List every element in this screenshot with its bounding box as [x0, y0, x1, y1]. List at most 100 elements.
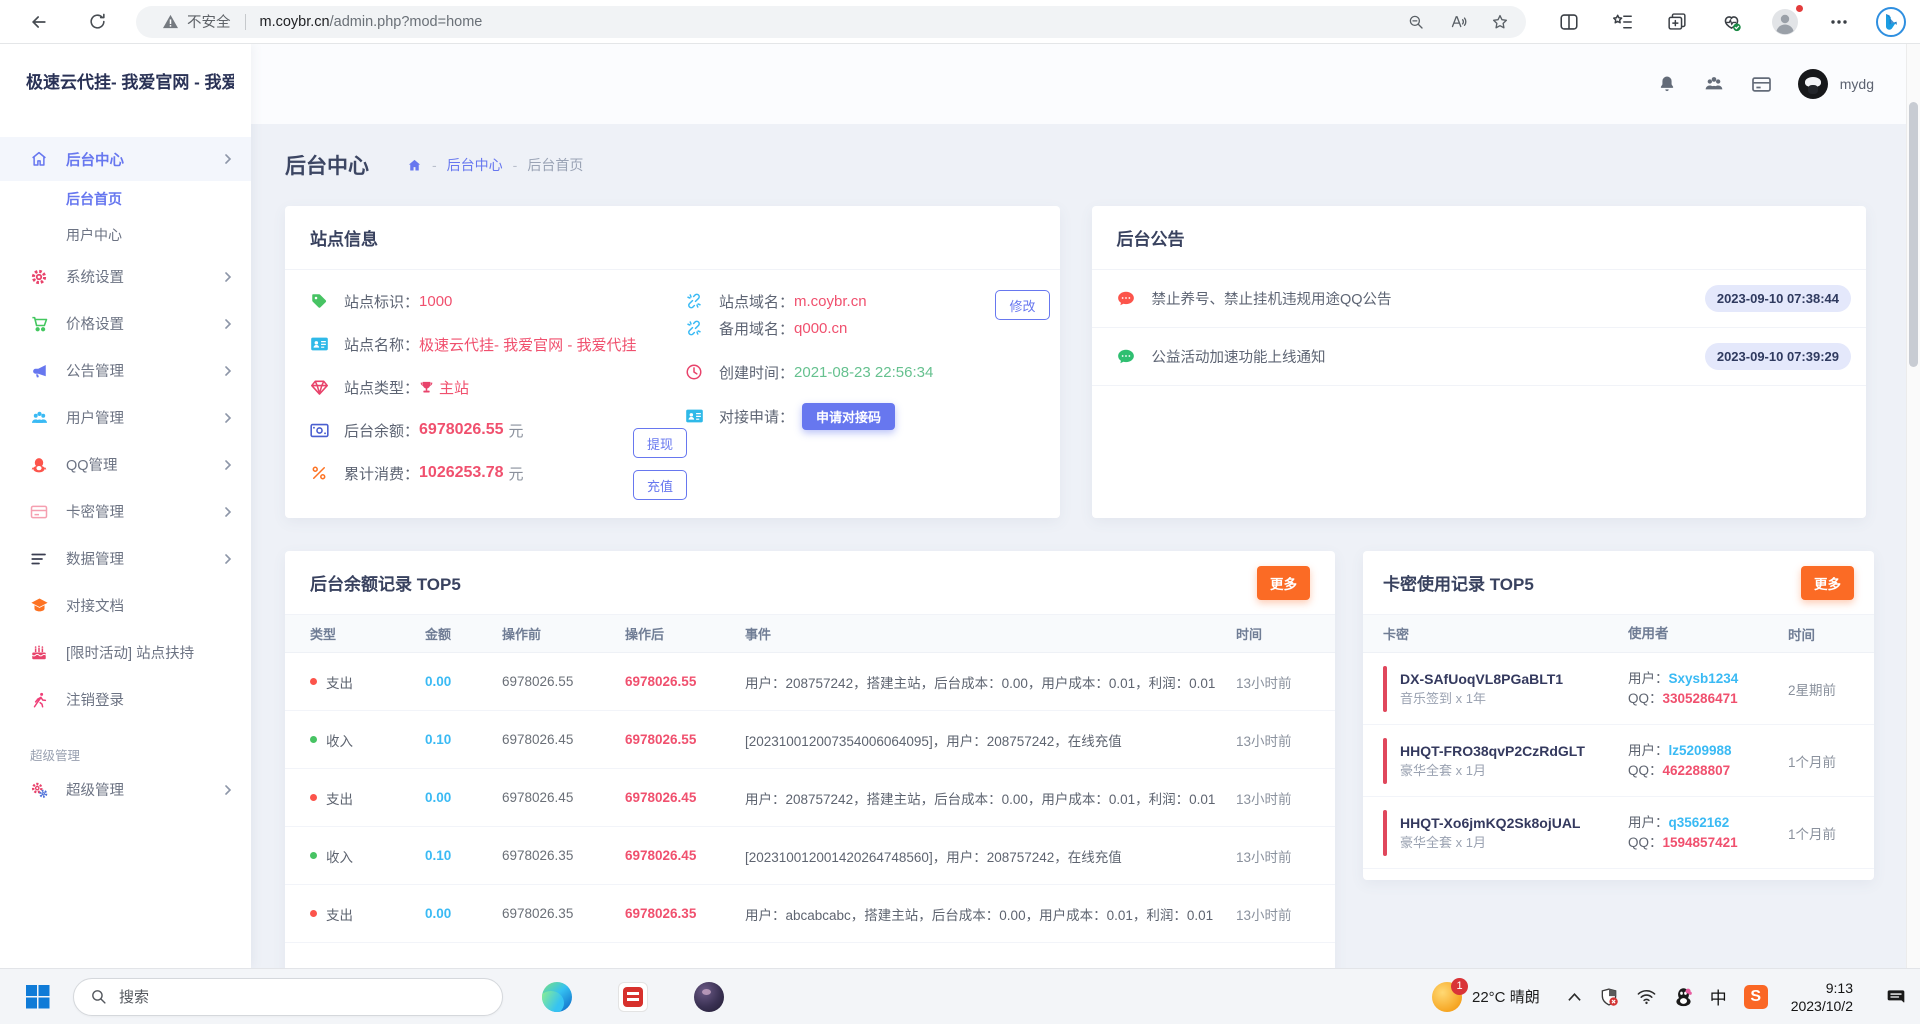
- table-row: 支出 0.00 6978026.55 6978026.55 用户：2087572…: [285, 653, 1335, 711]
- balance-value: 6978026.55: [419, 421, 504, 439]
- username-label[interactable]: mydg: [1840, 76, 1874, 92]
- col-header-type: 类型: [310, 624, 425, 643]
- card-plan-value: 音乐签到 x 1年: [1400, 689, 1563, 708]
- card-key-usage-title: 卡密使用记录 TOP5: [1383, 570, 1534, 595]
- card-key-value: DX-SAfUoqVL8PGaBLT1: [1400, 670, 1563, 689]
- breadcrumb-home-icon[interactable]: [407, 158, 422, 173]
- apply-dock-code-button[interactable]: 申请对接码: [802, 403, 895, 430]
- split-screen-icon[interactable]: [1552, 5, 1586, 39]
- withdraw-button[interactable]: 提现: [633, 428, 687, 458]
- edge-taskbar-icon[interactable]: [541, 981, 573, 1013]
- chevron-right-icon: [223, 154, 233, 164]
- security-label[interactable]: 不安全: [187, 11, 231, 32]
- qq-tray-icon[interactable]: [1674, 987, 1693, 1007]
- collections-icon[interactable]: [1660, 5, 1694, 39]
- announcement-item[interactable]: 禁止养号、禁止挂机违规用途QQ公告 2023-09-10 07:38:44: [1092, 270, 1867, 328]
- address-bar[interactable]: 不安全 m.coybr.cn /admin.php?mod=home: [136, 6, 1526, 38]
- qq-value: 1594857421: [1663, 835, 1738, 850]
- before-value: 6978026.55: [502, 674, 625, 689]
- wifi-icon[interactable]: [1636, 988, 1657, 1005]
- broken-link-icon: [685, 319, 705, 337]
- find-on-page-icon[interactable]: [1404, 10, 1428, 34]
- expense-dot: [310, 678, 317, 685]
- url-path[interactable]: /admin.php?mod=home: [330, 14, 483, 30]
- browser-refresh-button[interactable]: [80, 5, 114, 39]
- favorites-hub-icon[interactable]: [1606, 5, 1640, 39]
- notification-center-icon[interactable]: [1886, 987, 1906, 1007]
- user-label: 用户：: [1628, 743, 1669, 758]
- users-icon[interactable]: [1703, 74, 1725, 94]
- type-value: 支出: [326, 672, 353, 692]
- after-value: 6978026.35: [625, 906, 745, 921]
- page-scrollbar[interactable]: [1906, 44, 1920, 968]
- pinned-app-avatar-icon[interactable]: [693, 981, 725, 1013]
- security-shield-icon[interactable]: [1599, 987, 1619, 1007]
- amount-value: 0.00: [425, 674, 502, 689]
- sidebar-item-price-settings[interactable]: 价格设置: [0, 300, 251, 347]
- sidebar-item-system-settings[interactable]: 系统设置: [0, 253, 251, 300]
- sidebar-item-event-support[interactable]: [限时活动] 站点扶持: [0, 629, 251, 676]
- weather-widget[interactable]: 1 22°C 晴朗: [1432, 982, 1540, 1012]
- browser-profile-avatar[interactable]: [1768, 5, 1802, 39]
- announcement-text[interactable]: 禁止养号、禁止挂机违规用途QQ公告: [1152, 288, 1392, 309]
- qq-value: 462288807: [1663, 763, 1731, 778]
- sidebar-section-label: 超级管理: [30, 745, 251, 764]
- chevron-right-icon: [223, 460, 233, 470]
- sidebar-item-label: 后台中心: [66, 149, 124, 170]
- bell-icon[interactable]: [1657, 74, 1677, 94]
- sidebar-item-admin-home[interactable]: 后台首页: [0, 181, 251, 217]
- pinned-app-icon[interactable]: [617, 981, 649, 1013]
- sidebar-item-super-admin[interactable]: 超级管理: [0, 766, 251, 813]
- taskbar-search-box[interactable]: 搜索: [73, 978, 503, 1016]
- recharge-button[interactable]: 充值: [633, 470, 687, 500]
- tag-icon: [310, 292, 330, 310]
- ime-indicator[interactable]: 中: [1710, 984, 1727, 1009]
- type-value: 支出: [326, 788, 353, 808]
- created-value: 2021-08-23 22:56:34: [794, 364, 933, 381]
- announcement-item[interactable]: 公益活动加速功能上线通知 2023-09-10 07:39:29: [1092, 328, 1867, 386]
- sidebar-item-logout[interactable]: 注销登录: [0, 676, 251, 723]
- start-button[interactable]: [21, 981, 53, 1013]
- favorite-star-icon[interactable]: [1488, 10, 1512, 34]
- balance-more-button[interactable]: 更多: [1257, 566, 1310, 600]
- browser-menu-icon[interactable]: [1822, 5, 1856, 39]
- apply-label: 对接申请：: [719, 406, 794, 427]
- credit-card-icon[interactable]: [1751, 76, 1772, 93]
- announcement-time-badge[interactable]: 2023-09-10 07:38:44: [1705, 285, 1851, 312]
- sidebar-item-user-center[interactable]: 用户中心: [0, 217, 251, 253]
- sidebar-item-user-mgmt[interactable]: 用户管理: [0, 394, 251, 441]
- col-header-time: 时间: [1788, 624, 1854, 644]
- hidden-icons-chevron[interactable]: [1567, 992, 1582, 1002]
- user-avatar[interactable]: [1798, 69, 1828, 99]
- sidebar-item-api-docs[interactable]: 对接文档: [0, 582, 251, 629]
- announcement-time-badge[interactable]: 2023-09-10 07:39:29: [1705, 343, 1851, 370]
- graduation-cap-icon: [30, 597, 50, 614]
- chevron-right-icon: [223, 554, 233, 564]
- site-id-value: 1000: [419, 293, 452, 310]
- bing-chat-icon[interactable]: [1876, 7, 1906, 37]
- sidebar-item-data-mgmt[interactable]: 数据管理: [0, 535, 251, 582]
- browser-back-button[interactable]: [22, 5, 56, 39]
- modify-button[interactable]: 修改: [995, 290, 1049, 320]
- url-host[interactable]: m.coybr.cn: [260, 14, 330, 30]
- read-aloud-icon[interactable]: [1446, 10, 1470, 34]
- accent-bar: [1383, 810, 1387, 856]
- breadcrumb-link-admin-center[interactable]: 后台中心: [447, 155, 503, 175]
- sidebar-item-card-key-mgmt[interactable]: 卡密管理: [0, 488, 251, 535]
- sidebar-item-announcement-mgmt[interactable]: 公告管理: [0, 347, 251, 394]
- income-dot: [310, 852, 317, 859]
- temperature-value: 22°C: [1472, 989, 1506, 1006]
- taskbar-clock[interactable]: 9:13 2023/10/2: [1791, 979, 1853, 1015]
- card-key-more-button[interactable]: 更多: [1801, 566, 1854, 600]
- not-secure-warning-icon[interactable]: [162, 14, 179, 29]
- money-icon: [310, 423, 330, 438]
- sogou-input-icon[interactable]: S: [1744, 985, 1768, 1009]
- scrollbar-thumb[interactable]: [1909, 102, 1918, 367]
- sidebar-item-qq-mgmt[interactable]: QQ管理: [0, 441, 251, 488]
- coupon-percent-icon: [310, 464, 330, 482]
- time-value: 13小时前: [1236, 846, 1310, 866]
- sidebar-item-admin-center[interactable]: 后台中心: [0, 137, 251, 181]
- user-value: lz5209988: [1669, 743, 1732, 758]
- announcement-text[interactable]: 公益活动加速功能上线通知: [1152, 346, 1326, 367]
- browser-essentials-icon[interactable]: [1714, 5, 1748, 39]
